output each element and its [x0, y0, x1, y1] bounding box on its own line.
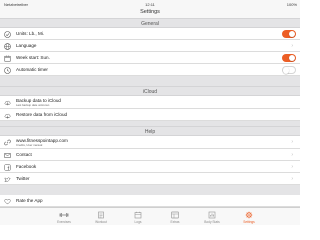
chevron-right-icon: ›	[291, 163, 293, 170]
section-title: General	[141, 21, 159, 28]
checkmark-circle-icon	[4, 30, 11, 38]
status-bar: Netzbetreiber 12:11 100%	[0, 0, 300, 7]
tab-workout[interactable]: Workout	[87, 208, 115, 226]
twitter-row[interactable]: Twitter ›	[0, 173, 300, 185]
section-header-general: General	[0, 18, 300, 28]
dumbbell-icon	[59, 211, 69, 219]
body-stats-icon	[207, 211, 217, 219]
week-start-toggle[interactable]	[282, 54, 296, 62]
tab-settings[interactable]: Settings	[235, 208, 263, 226]
workout-icon	[96, 211, 106, 219]
globe-icon	[4, 42, 11, 50]
cloud-download-icon	[4, 112, 11, 119]
tab-logs[interactable]: Logs	[124, 208, 152, 226]
tab-label: Workout	[95, 219, 107, 224]
backup-label: Backup data to iCloud	[16, 97, 61, 103]
tab-exercises[interactable]: Exercises	[50, 208, 78, 226]
week-start-row[interactable]: Week start: Sun.	[0, 52, 300, 64]
tab-label: Extras	[170, 219, 180, 224]
units-toggle[interactable]	[282, 30, 296, 38]
section-spacer	[0, 76, 300, 86]
twitter-label: Twitter	[16, 176, 30, 181]
tab-bar: Exercises Workout Logs Extras Body Stats…	[0, 207, 300, 225]
tab-extras[interactable]: Extras	[161, 208, 189, 226]
automatic-timer-label: Automatic timer	[16, 67, 48, 72]
tab-label: Body Stats	[204, 219, 220, 224]
section-header-icloud: iCloud	[0, 86, 300, 96]
rate-app-label: Rate the App	[16, 198, 43, 203]
automatic-timer-row[interactable]: Automatic timer	[0, 64, 300, 76]
battery-indicator: 100%	[286, 1, 297, 7]
tab-label: Settings	[243, 219, 255, 224]
website-row[interactable]: www.fitnesspointapp.com Credits, User ma…	[0, 136, 300, 149]
section-title: iCloud	[142, 89, 158, 96]
tab-body-stats[interactable]: Body Stats	[198, 208, 226, 226]
backup-sublabel: Last backup date unknown	[16, 103, 50, 108]
extras-icon	[170, 211, 180, 219]
backup-icloud-row[interactable]: Backup data to iCloud Last backup date u…	[0, 96, 300, 109]
contact-label: Contact	[16, 152, 32, 157]
link-icon	[4, 139, 11, 146]
units-row[interactable]: Units: Lb., Mi.	[0, 28, 300, 40]
facebook-icon	[4, 164, 11, 171]
chevron-right-icon: ›	[291, 175, 293, 182]
contact-row[interactable]: Contact ›	[0, 149, 300, 161]
logs-icon	[133, 211, 143, 219]
toggle-knob	[289, 54, 296, 62]
website-label: www.fitnesspointapp.com	[16, 137, 68, 143]
calendar-icon	[4, 55, 11, 62]
facebook-label: Facebook	[16, 164, 37, 169]
twitter-icon	[4, 176, 11, 183]
clock-icon	[4, 66, 11, 74]
envelope-icon	[4, 152, 11, 159]
facebook-row[interactable]: Facebook ›	[0, 161, 300, 173]
toggle-knob	[289, 30, 296, 38]
units-label: Units: Lb., Mi.	[16, 31, 45, 36]
language-row[interactable]: Language ›	[0, 40, 300, 52]
language-label: Language	[16, 43, 37, 48]
section-spacer	[0, 185, 300, 195]
chevron-right-icon: ›	[291, 138, 293, 145]
website-sublabel: Credits, User manual	[16, 143, 43, 148]
chevron-right-icon: ›	[291, 42, 293, 49]
automatic-timer-toggle[interactable]	[282, 66, 296, 74]
section-title: Help	[144, 129, 156, 136]
restore-icloud-row[interactable]: Restore data from iCloud	[0, 109, 300, 121]
tab-label: Exercises	[57, 219, 71, 224]
gear-icon	[244, 211, 254, 219]
navigation-bar: Settings	[0, 7, 300, 18]
tab-label: Logs	[134, 219, 142, 224]
section-header-help: Help	[0, 126, 300, 136]
heart-icon	[4, 198, 11, 205]
chevron-right-icon: ›	[291, 151, 293, 158]
cloud-upload-icon	[4, 99, 11, 106]
clock: 12:11	[145, 1, 155, 7]
week-start-label: Week start: Sun.	[16, 55, 50, 60]
rate-app-row[interactable]: Rate the App	[0, 195, 300, 207]
toggle-knob	[283, 67, 290, 74]
page-title: Settings	[140, 9, 160, 15]
restore-label: Restore data from iCloud	[16, 112, 68, 117]
